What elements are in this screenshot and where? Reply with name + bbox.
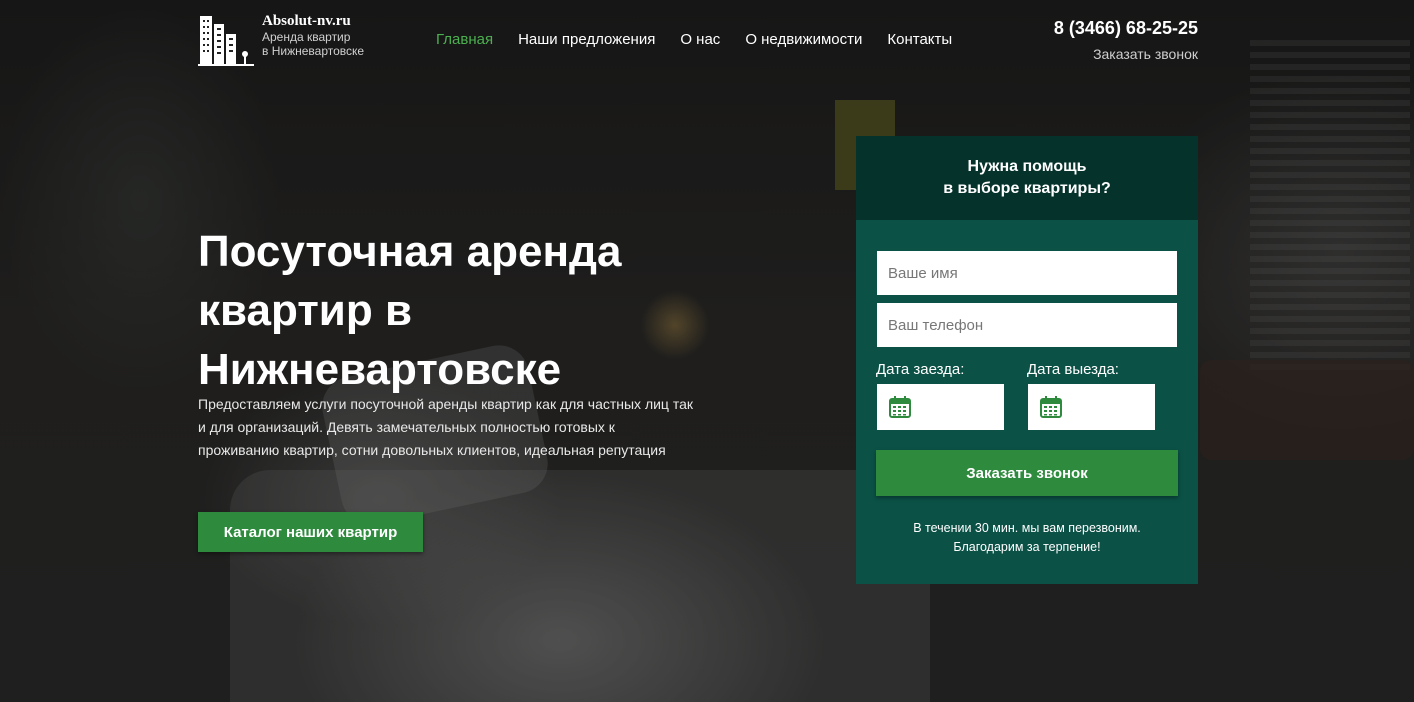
nav-item-home[interactable]: Главная: [436, 31, 493, 48]
phone-input[interactable]: [877, 303, 1177, 347]
form-note-line1: В течении 30 мин. мы вам перезвоним.: [913, 521, 1141, 535]
catalog-button[interactable]: Каталог наших квартир: [198, 512, 423, 552]
form-header: Нужна помощь в выборе квартиры?: [856, 136, 1198, 220]
site-logo[interactable]: Absolut-nv.ru Аренда квартир в Нижневарт…: [198, 12, 364, 68]
nav-item-contacts[interactable]: Контакты: [887, 31, 952, 48]
page-title: Посуточная аренда квартир в Нижневартовс…: [198, 227, 622, 394]
form-title-line1: Нужна помощь: [967, 158, 1087, 175]
name-input[interactable]: [877, 251, 1177, 295]
nav-item-about[interactable]: О нас: [680, 31, 720, 48]
phone-number[interactable]: 8 (3466) 68-25-25: [1054, 18, 1198, 39]
calendar-icon[interactable]: [888, 395, 912, 419]
logo-subtitle-line2: в Нижневартовске: [262, 44, 365, 59]
checkout-label: Дата выезда:: [1027, 361, 1119, 378]
header-contact: 8 (3466) 68-25-25 Заказать звонок: [1054, 18, 1198, 62]
callback-form-panel: Нужна помощь в выборе квартиры? Дата зае…: [856, 136, 1198, 584]
calendar-icon[interactable]: [1039, 395, 1063, 419]
form-note: В течении 30 мин. мы вам перезвоним. Бла…: [856, 519, 1198, 557]
building-logo-icon: [198, 16, 254, 66]
logo-name: Absolut-nv.ru: [262, 13, 351, 29]
hero-section: Absolut-nv.ru Аренда квартир в Нижневарт…: [0, 0, 1414, 702]
nav-item-offers[interactable]: Наши предложения: [518, 31, 655, 48]
nav-item-real-estate[interactable]: О недвижимости: [745, 31, 862, 48]
logo-text: Absolut-nv.ru Аренда квартир в Нижневарт…: [262, 12, 364, 59]
main-nav: Главная Наши предложения О нас О недвижи…: [436, 31, 977, 48]
order-call-button[interactable]: Заказать звонок: [876, 450, 1178, 496]
checkin-label: Дата заезда:: [876, 361, 965, 378]
checkin-date-field[interactable]: [877, 384, 1004, 430]
logo-subtitle-line1: Аренда квартир: [262, 30, 351, 44]
form-note-line2: Благодарим за терпение!: [953, 540, 1101, 554]
callback-link[interactable]: Заказать звонок: [1054, 46, 1198, 62]
hero-description: Предоставляем услуги посуточной аренды к…: [198, 396, 694, 458]
form-title-line2: в выборе квартиры?: [943, 180, 1111, 197]
checkout-date-field[interactable]: [1028, 384, 1155, 430]
